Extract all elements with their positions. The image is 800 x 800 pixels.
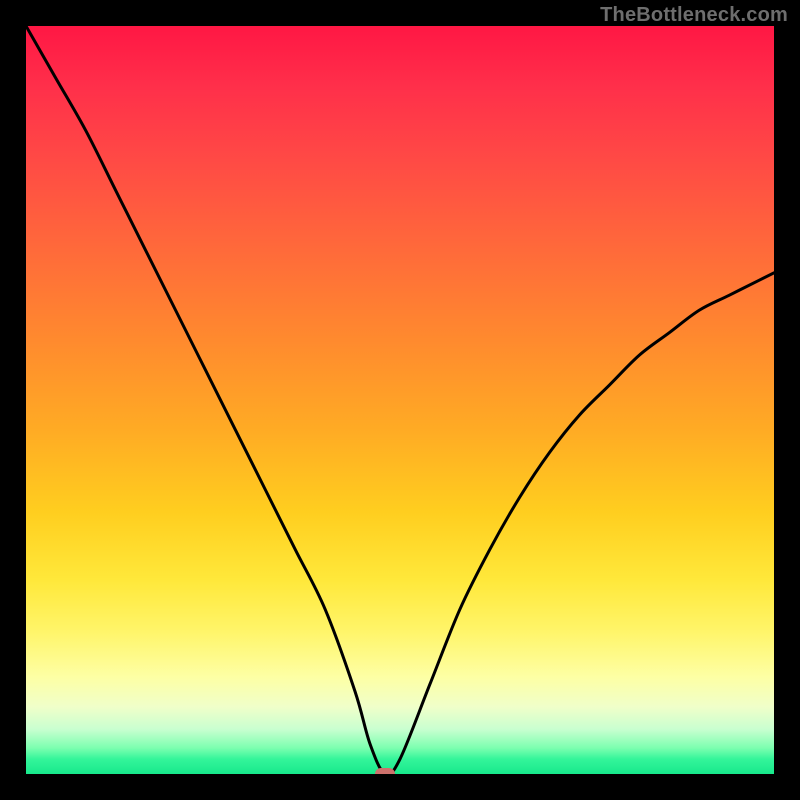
- plot-area: [26, 26, 774, 774]
- chart-frame: TheBottleneck.com: [0, 0, 800, 800]
- optimal-point-marker: [375, 768, 395, 774]
- bottleneck-curve: [26, 26, 774, 774]
- watermark-text: TheBottleneck.com: [600, 4, 788, 27]
